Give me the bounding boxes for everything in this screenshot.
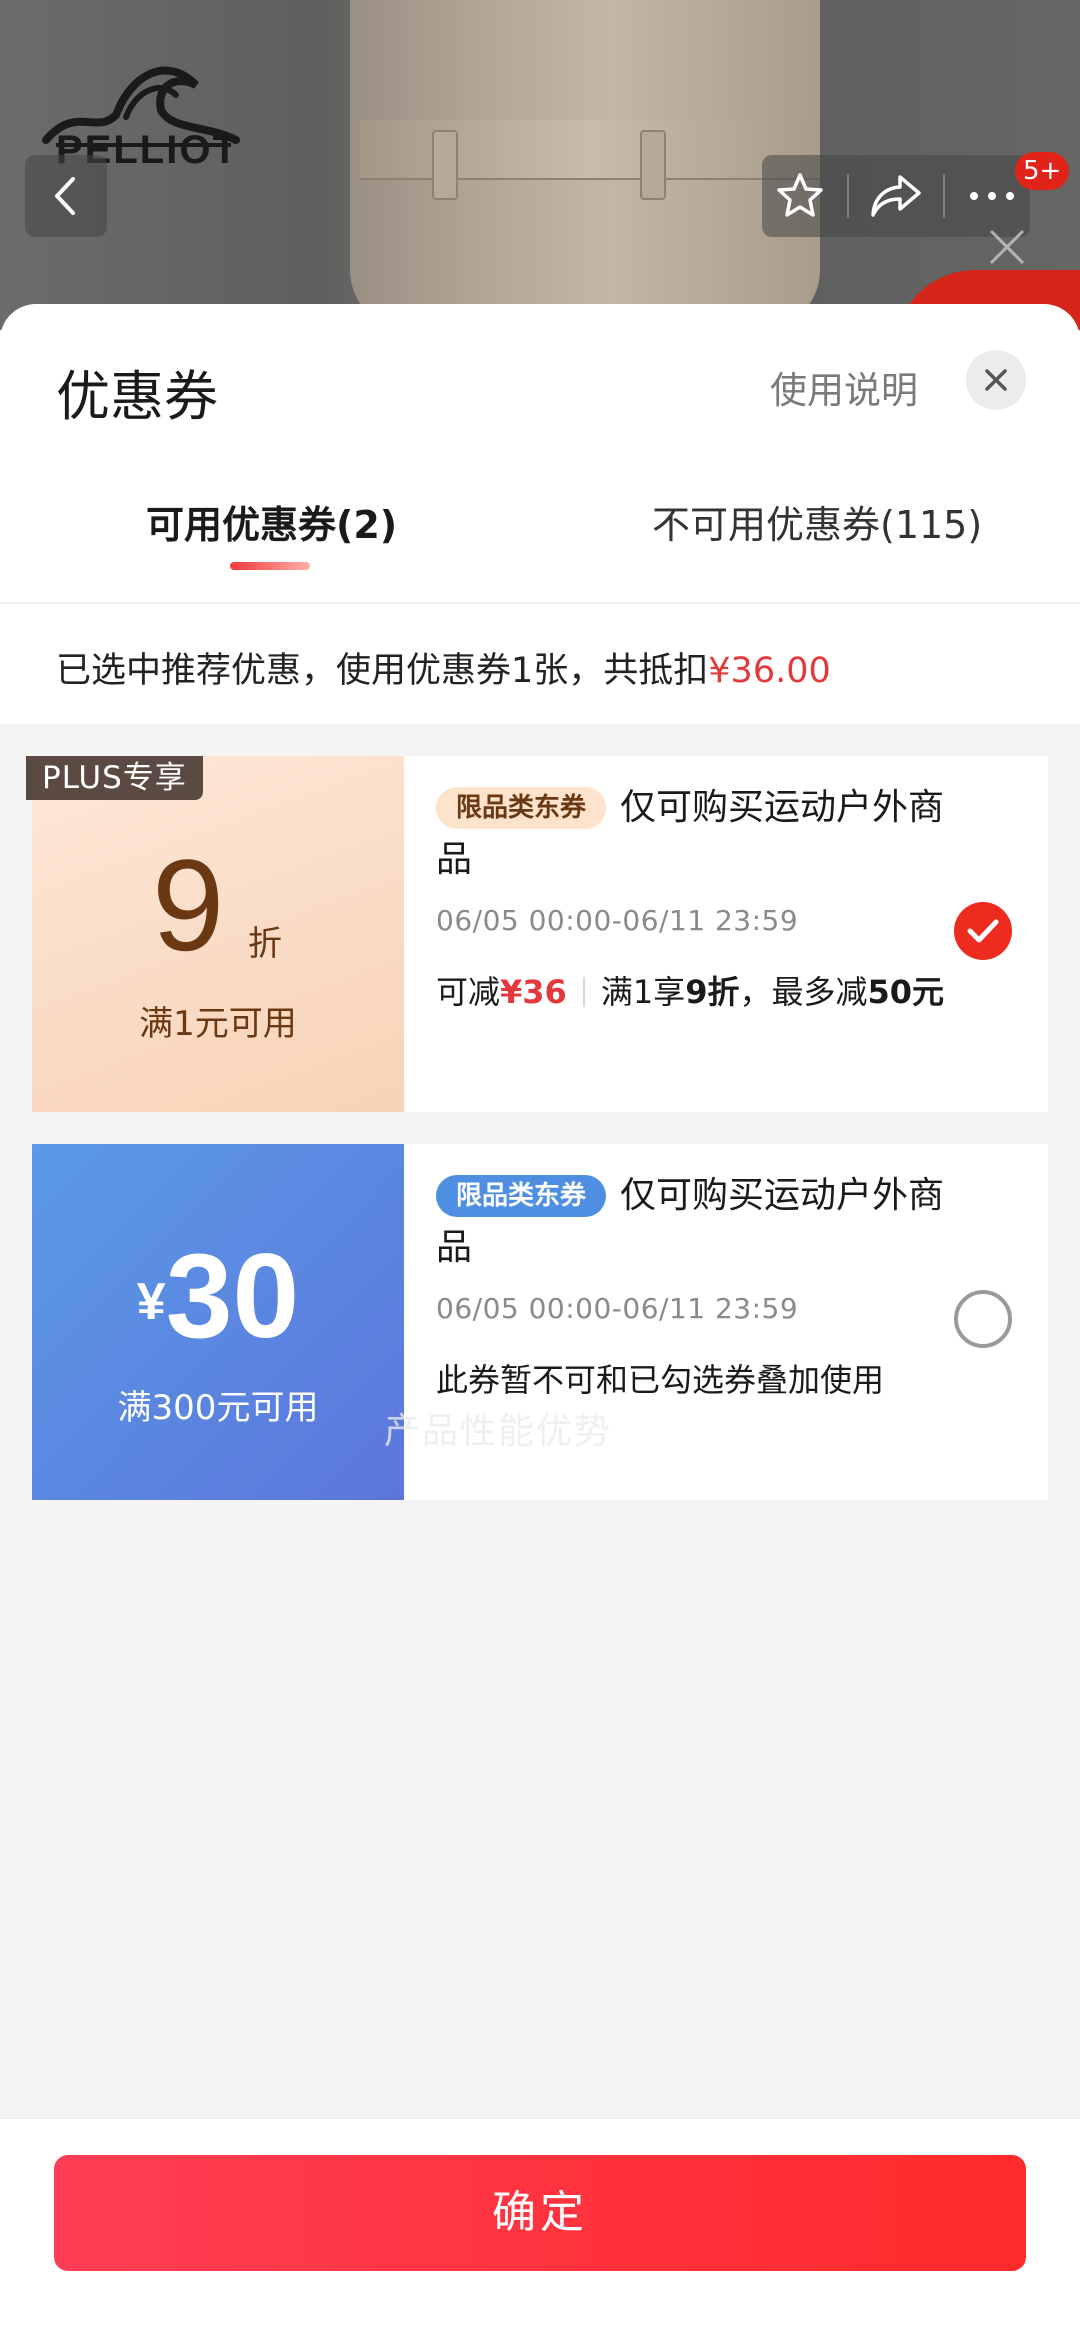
- detail-prefix: 可减: [436, 973, 501, 1011]
- coupon-value: 30: [165, 1229, 300, 1363]
- star-icon: [777, 173, 824, 217]
- detail-amount: ¥36: [500, 973, 567, 1011]
- coupon-select-checkbox[interactable]: [954, 1290, 1012, 1348]
- coupon-validity: 06/05 00:00-06/11 23:59: [436, 1292, 799, 1325]
- close-icon: [989, 229, 1025, 265]
- discount-value: 9: [152, 832, 225, 978]
- share-icon: [871, 175, 921, 217]
- coupon-card[interactable]: 9 折 满1元可用 PLUS专享 限品类东券 仅可购买运动户外商品 06/05 0…: [26, 756, 1048, 1112]
- tab-unavailable-coupons[interactable]: 不可用优惠券(115): [652, 494, 982, 549]
- detail-rule-c: ，最多减: [739, 973, 868, 1011]
- share-button[interactable]: [866, 166, 926, 226]
- coupon-edge: [32, 756, 42, 1112]
- product-image-header: PELLIOT 5+: [0, 0, 1080, 330]
- usage-instructions-link[interactable]: 使用说明: [770, 360, 918, 414]
- discount-unit: 折: [248, 924, 282, 964]
- close-sheet-button[interactable]: [966, 350, 1026, 410]
- detail-rule-b: 9折: [685, 973, 740, 1011]
- coupon-info: 限品类东券 仅可购买运动户外商品 06/05 00:00-06/11 23:59 …: [436, 1170, 976, 1401]
- favorite-button[interactable]: [770, 166, 830, 226]
- checkmark-icon: [967, 919, 999, 943]
- coupon-condition: 满1元可用: [139, 1004, 297, 1044]
- more-button[interactable]: [962, 166, 1022, 226]
- detail-separator: [582, 977, 585, 1007]
- coupon-detail: 可减¥36 满1享9折，最多减50元: [436, 967, 976, 1013]
- detail-rule-a: 满1享: [600, 973, 686, 1011]
- action-divider: [847, 174, 850, 218]
- summary-amount: ¥36.00: [708, 651, 831, 691]
- coupon-scope-line: 限品类东券 仅可购买运动户外商品: [436, 1170, 976, 1274]
- confirm-button[interactable]: 确定: [54, 2155, 1026, 2271]
- coupon-info: 限品类东券 仅可购买运动户外商品 06/05 00:00-06/11 23:59 …: [436, 782, 976, 1013]
- currency-symbol: ¥: [136, 1273, 166, 1331]
- chevron-left-icon: [55, 177, 75, 215]
- sheet-title: 优惠券: [56, 365, 218, 428]
- coupon-value-panel: 9 折 满1元可用: [32, 756, 404, 1112]
- coupon-tabs: 可用优惠券(2) 不可用优惠券(115): [0, 494, 1080, 604]
- summary-text: 已选中推荐优惠，使用优惠券1张，共抵扣: [56, 651, 709, 691]
- selection-summary: 已选中推荐优惠，使用优惠券1张，共抵扣¥36.00: [56, 642, 831, 693]
- coupon-amount: ¥30: [32, 1236, 404, 1356]
- close-icon: [985, 369, 1007, 391]
- notification-badge: 5+: [1015, 152, 1070, 190]
- belt-loop: [640, 130, 666, 200]
- product-waistband: [360, 120, 820, 180]
- watermark-text: 产品性能优势: [384, 1411, 613, 1452]
- coupon-condition: 满300元可用: [117, 1388, 319, 1428]
- active-tab-indicator: [230, 562, 310, 570]
- back-button[interactable]: [25, 155, 107, 237]
- divider: [0, 602, 1080, 604]
- coupon-select-checkbox[interactable]: [954, 902, 1012, 960]
- category-tag: 限品类东券: [436, 787, 607, 829]
- plus-exclusive-tag: PLUS专享: [26, 756, 203, 800]
- action-divider: [942, 174, 945, 218]
- coupon-scope-line: 限品类东券 仅可购买运动户外商品: [436, 782, 976, 886]
- category-tag: 限品类东券: [436, 1175, 607, 1217]
- detail-rule-d: 50元: [867, 973, 945, 1011]
- coupon-sheet: 优惠券 使用说明 可用优惠券(2) 不可用优惠券(115) 已选中推荐优惠，使用…: [0, 304, 1080, 2344]
- coupon-validity: 06/05 00:00-06/11 23:59: [436, 904, 799, 937]
- coupon-detail: 此券暂不可和已勾选券叠加使用: [436, 1361, 885, 1399]
- footer-bar: 确定: [0, 2118, 1080, 2344]
- belt-loop: [432, 130, 458, 200]
- coupon-value-panel: ¥30 满300元可用: [32, 1144, 404, 1500]
- more-dots-icon: [969, 192, 1014, 200]
- tab-available-coupons[interactable]: 可用优惠券(2): [146, 494, 397, 549]
